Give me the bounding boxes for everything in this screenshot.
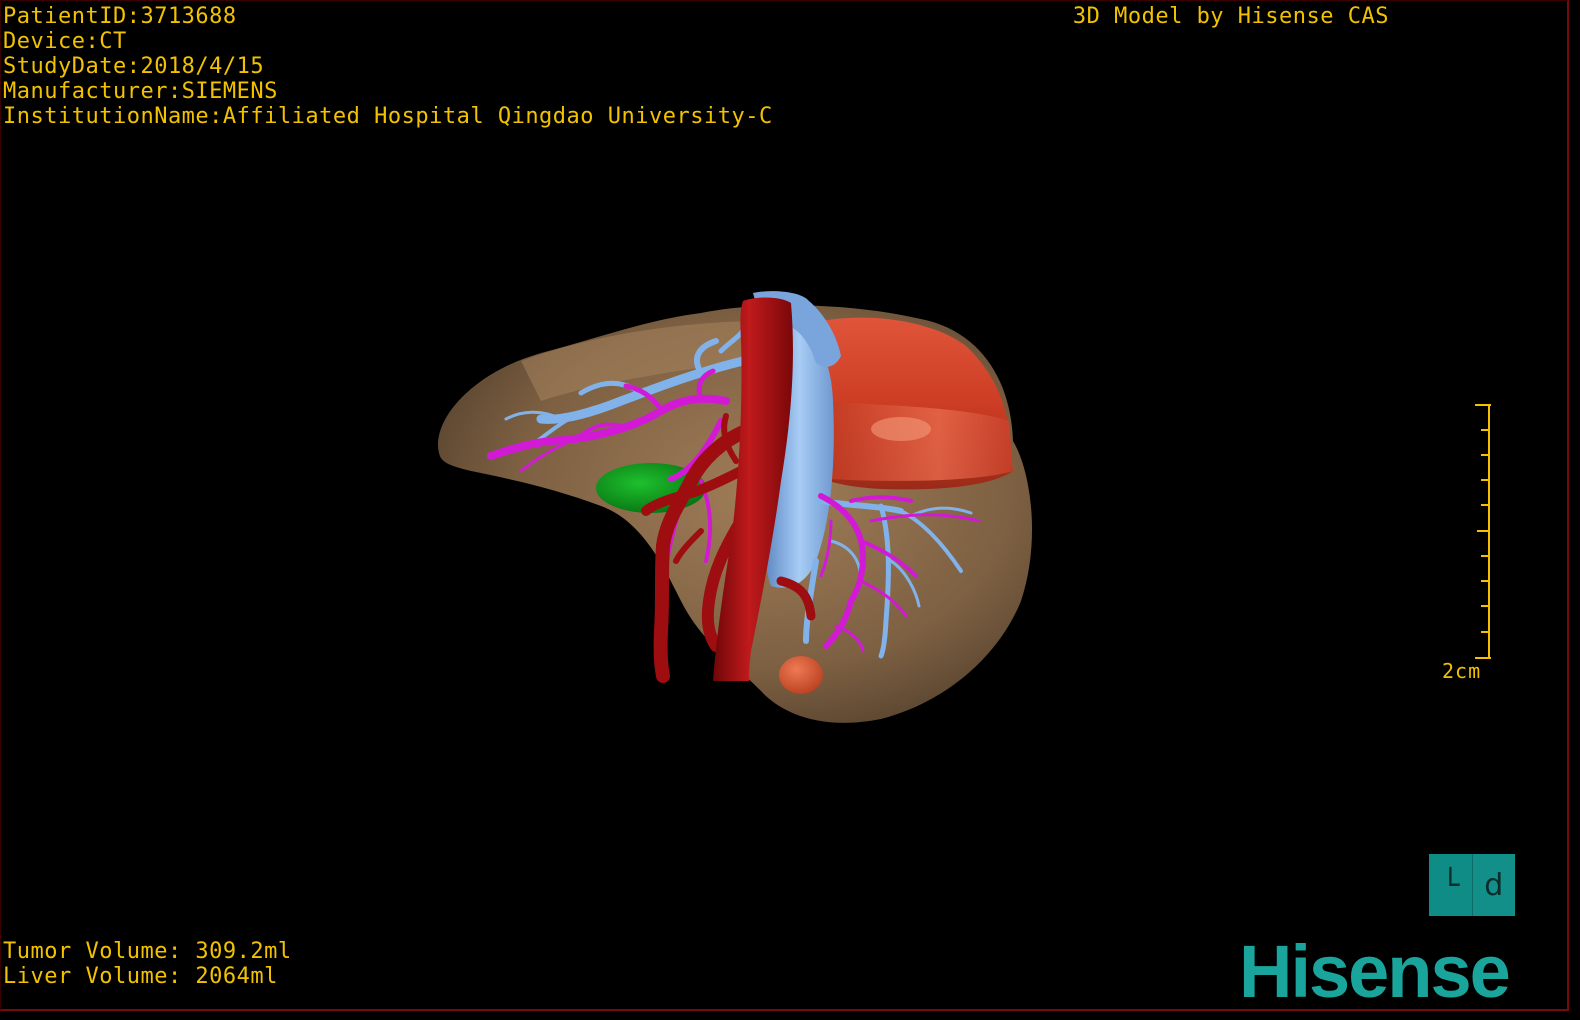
volume-info-block: Tumor Volume: 309.2ml Liver Volume: 2064m… (3, 939, 292, 989)
hisense-logo: Hisense (1239, 930, 1511, 1011)
tumor-nodule (779, 656, 823, 694)
liver-volume-text: Liver Volume: 2064ml (3, 964, 278, 989)
orientation-cube[interactable]: └ d (1429, 854, 1515, 916)
tumor-volume-text: Tumor Volume: 309.2ml (3, 939, 292, 964)
3d-viewport[interactable]: PatientID:3713688 Device:CT StudyDate:2018… (0, 0, 1569, 1011)
scale-bar (1475, 404, 1491, 659)
tumor-highlight (871, 417, 931, 441)
orientation-face-left: └ (1441, 867, 1460, 903)
scale-label: 2cm (1442, 659, 1482, 683)
orientation-face-right: d (1471, 854, 1515, 916)
liver-3d-model[interactable] (1, 1, 1567, 1009)
